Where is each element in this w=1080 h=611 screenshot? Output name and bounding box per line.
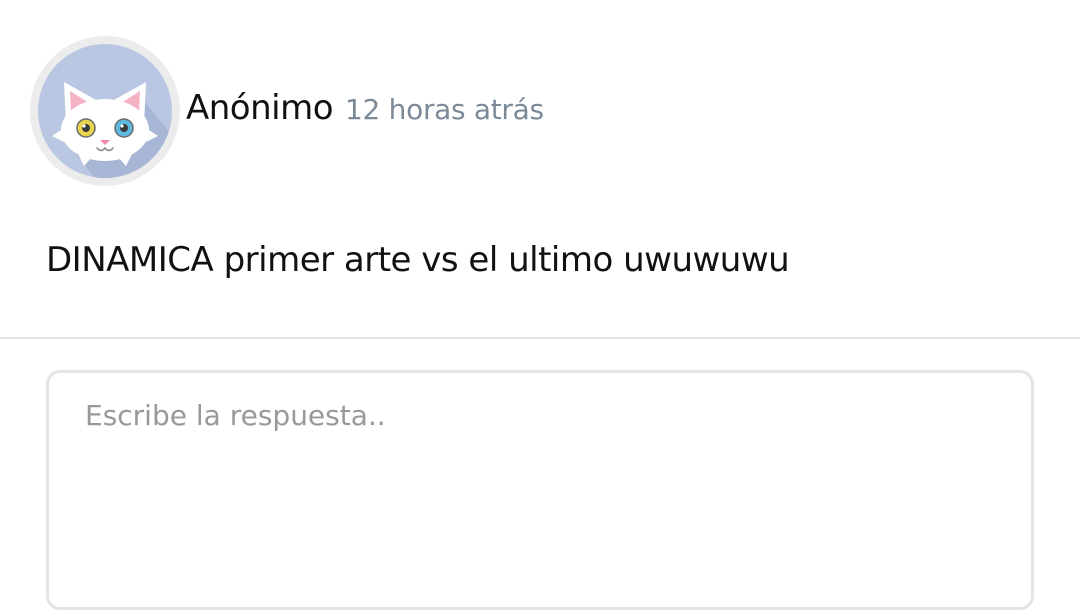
author-name[interactable]: Anónimo: [186, 88, 334, 128]
post-header: Anónimo 12 horas atrás: [30, 35, 544, 187]
avatar[interactable]: [30, 36, 180, 186]
divider: [0, 337, 1080, 339]
post-text: DINAMICA primer arte vs el ultimo uwuwuw…: [46, 240, 790, 280]
cat-avatar-icon: [38, 44, 172, 178]
post-meta: Anónimo 12 horas atrás: [186, 88, 544, 128]
post-timestamp: 12 horas atrás: [345, 93, 544, 126]
reply-box[interactable]: [46, 370, 1034, 610]
reply-input[interactable]: [49, 373, 1031, 607]
